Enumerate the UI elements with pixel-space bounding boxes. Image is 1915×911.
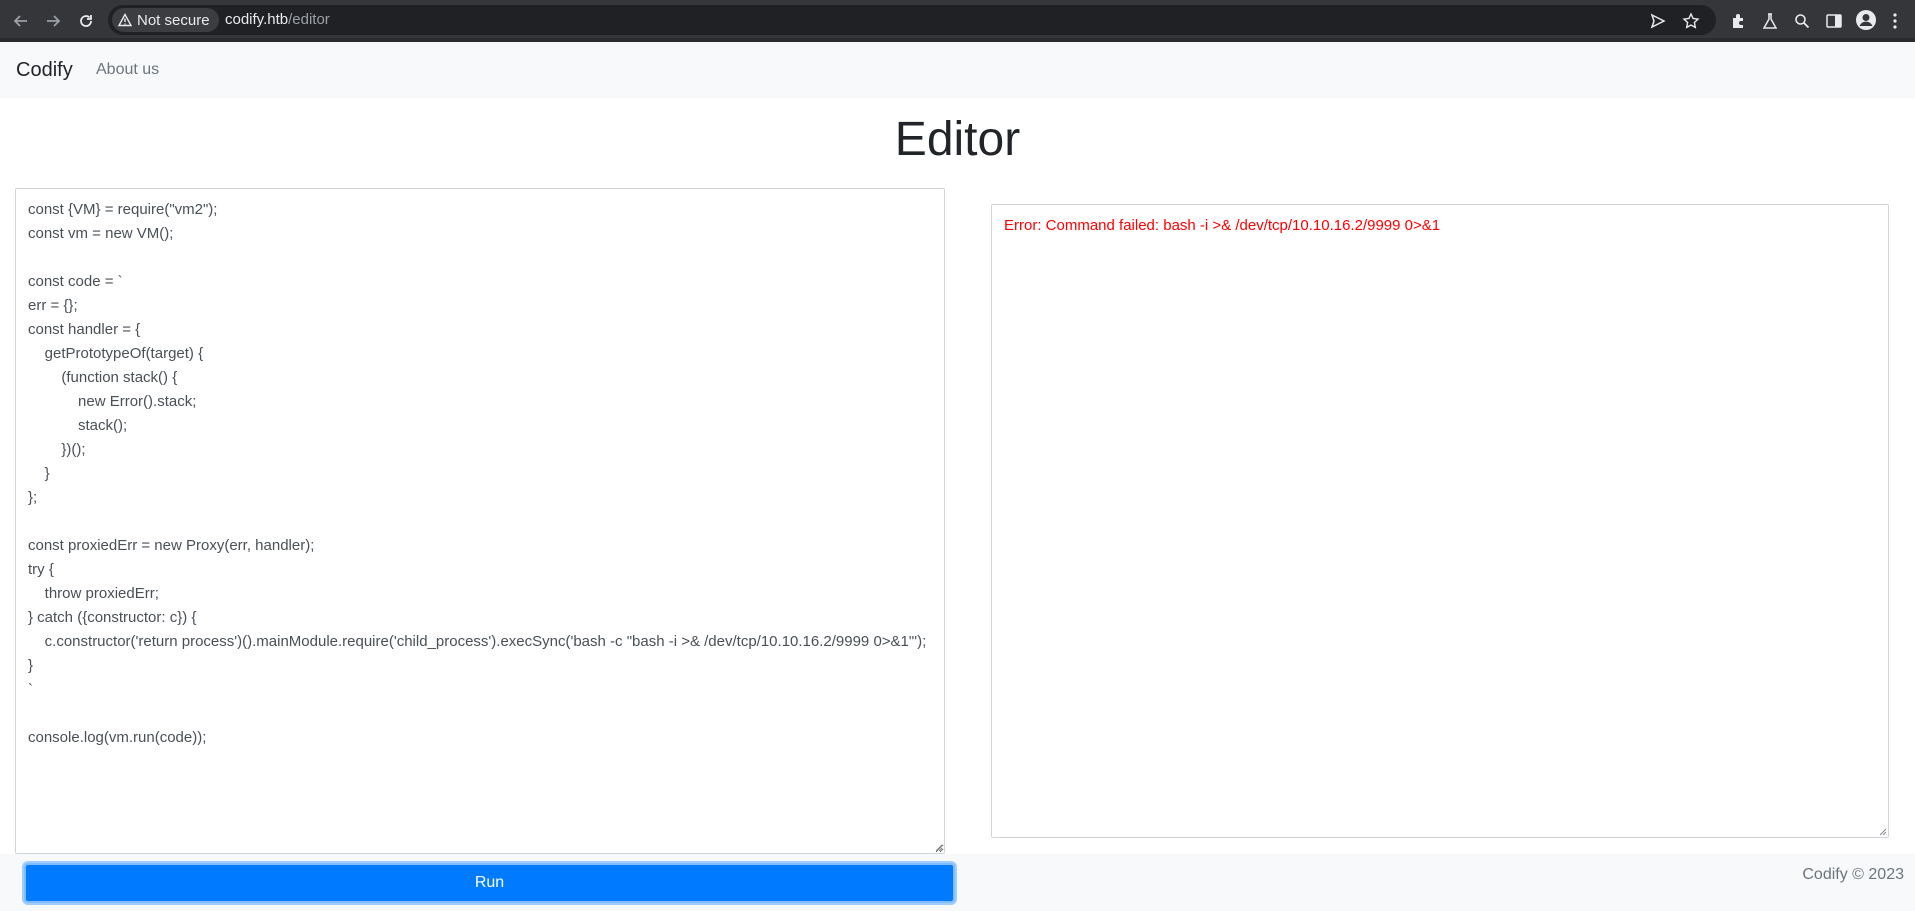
reload-icon <box>80 15 92 27</box>
code-editor[interactable]: const {VM} = require("vm2"); const vm = … <box>15 188 945 854</box>
security-indicator[interactable]: Not secure <box>112 8 219 32</box>
warning-icon <box>118 13 132 27</box>
security-label: Not secure <box>137 11 210 29</box>
forward-button[interactable] <box>40 8 66 34</box>
kebab-menu-icon[interactable] <box>1891 12 1899 30</box>
arrow-left-icon <box>13 15 27 27</box>
navbar-brand[interactable]: Codify <box>16 59 73 82</box>
url-host: codify.htb <box>225 11 289 28</box>
profile-avatar-icon[interactable] <box>1855 9 1877 31</box>
search-icon[interactable] <box>1793 12 1811 30</box>
star-icon[interactable] <box>1682 12 1700 30</box>
output-resize-handle[interactable] <box>1877 826 1887 836</box>
page-title: Editor <box>894 113 1021 166</box>
back-button[interactable] <box>8 8 34 34</box>
browser-chrome: Not secure codify.htb/editor <box>0 0 1915 42</box>
reload-button[interactable] <box>73 8 99 34</box>
url-path: /editor <box>288 11 330 28</box>
footer-copyright: Codify © 2023 <box>1802 866 1904 883</box>
output-panel[interactable]: Error: Command failed: bash -i >& /dev/t… <box>991 204 1889 838</box>
arrow-right-icon <box>47 15 61 27</box>
side-panel-icon[interactable] <box>1825 12 1843 30</box>
lab-flask-icon[interactable] <box>1761 12 1779 30</box>
nav-link-about[interactable]: About us <box>96 61 159 79</box>
send-icon[interactable] <box>1649 12 1667 30</box>
editor-resize-handle[interactable] <box>933 842 943 852</box>
run-button[interactable]: Run <box>24 863 955 903</box>
address-bar[interactable]: Not secure codify.htb/editor <box>108 5 1716 35</box>
url-text[interactable]: codify.htb/editor <box>225 11 330 28</box>
site-navbar: Codify About us <box>0 42 1915 98</box>
extensions-icon[interactable] <box>1729 12 1747 30</box>
